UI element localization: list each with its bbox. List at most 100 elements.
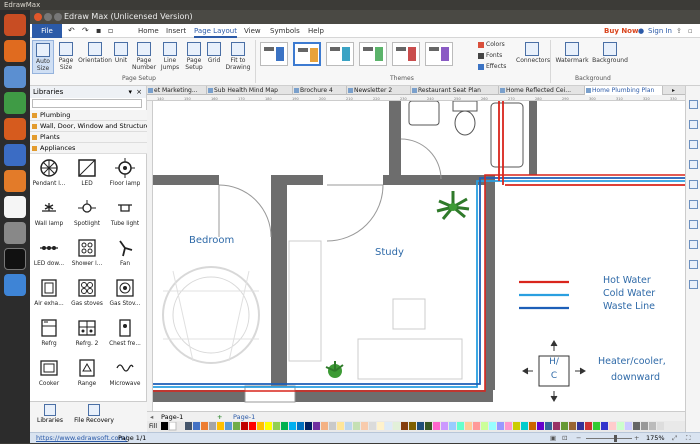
spreadsheet-icon[interactable] (4, 92, 26, 114)
library-item-gas-stove-2[interactable]: Gas Stov... (106, 276, 144, 316)
sign-in-link[interactable]: Sign In (648, 24, 672, 38)
hyperlink-icon[interactable] (689, 220, 698, 229)
library-item-microwave[interactable]: Microwave (106, 356, 144, 396)
share-icon[interactable]: ⇪ (676, 24, 682, 38)
drawing-canvas[interactable]: Bedroom Study Hot Water Cold Water Waste… (153, 101, 685, 411)
color-swatches[interactable] (161, 422, 681, 431)
theme-3[interactable] (326, 42, 354, 66)
library-category[interactable]: Plumbing (30, 110, 147, 121)
file-menu[interactable]: File (32, 24, 62, 38)
zoom-in-icon[interactable]: + (634, 433, 639, 444)
doc-tab[interactable]: Home Reflected Cei... (499, 86, 585, 95)
library-item-floor-lamp[interactable]: Floor lamp (106, 156, 144, 196)
library-item-air-exhaust[interactable]: Air exha... (30, 276, 68, 316)
maximize-window-icon[interactable] (54, 13, 62, 21)
grid-button[interactable]: Grid (206, 40, 222, 74)
software-center-icon[interactable] (4, 170, 26, 192)
view-icon[interactable]: ▣ (550, 433, 556, 444)
buy-now-link[interactable]: Buy Now (604, 24, 638, 38)
doc-tab[interactable]: et Marketing... (147, 86, 207, 95)
save-icon[interactable]: ▪ (96, 24, 101, 38)
doc-tab[interactable]: Brochure 4 (293, 86, 347, 95)
tab-help[interactable]: Help (308, 24, 324, 38)
tab-overflow-icon[interactable]: ▸ (669, 86, 683, 95)
library-item-tube-light[interactable]: Tube light (106, 196, 144, 236)
fullscreen-icon[interactable]: ⛶ (686, 433, 691, 444)
page-number-button[interactable]: Page Number (131, 40, 157, 74)
line-jumps-button[interactable]: Line Jumps (158, 40, 182, 74)
library-item-pendant-lamp[interactable]: Pendant l... (30, 156, 68, 196)
image-icon[interactable] (689, 140, 698, 149)
ubuntu-logo-icon[interactable] (4, 14, 26, 36)
tab-symbols[interactable]: Symbols (270, 24, 300, 38)
fit-to-drawing-button[interactable]: Fit to Drawing (223, 40, 253, 74)
library-item-gas-stoves[interactable]: Gas stoves (68, 276, 106, 316)
note-icon[interactable] (689, 240, 698, 249)
library-item-spotlight[interactable]: Spotlight (68, 196, 106, 236)
zoom-out-icon[interactable]: − (576, 433, 581, 444)
minimize-ribbon-icon[interactable]: ▫ (688, 24, 693, 38)
print-icon[interactable]: ▫ (108, 24, 113, 38)
theme-5[interactable] (392, 42, 420, 66)
connectors-button[interactable]: Connectors (516, 40, 550, 74)
library-category[interactable]: Appliances (30, 143, 147, 154)
website-link[interactable]: https://www.edrawsoft.com/ (36, 433, 127, 444)
library-item-led[interactable]: LED (68, 156, 106, 196)
tab-insert[interactable]: Insert (166, 24, 186, 38)
library-item-refrigerator-2[interactable]: Refrg. 2 (68, 316, 106, 356)
zoom-slider[interactable] (586, 438, 632, 439)
library-search-input[interactable] (32, 99, 142, 108)
edrawmax-icon[interactable] (4, 274, 26, 296)
file-recovery-tab[interactable]: File Recovery (72, 404, 116, 424)
tab-page-layout[interactable]: Page Layout (194, 24, 237, 38)
watermark-button[interactable]: Watermark (555, 40, 589, 74)
close-window-icon[interactable] (34, 13, 42, 21)
library-item-fan[interactable]: Fan (106, 236, 144, 276)
doc-tab[interactable]: Newsletter 2 (347, 86, 411, 95)
tab-view[interactable]: View (244, 24, 261, 38)
settings-icon[interactable] (4, 222, 26, 244)
library-item-cooker[interactable]: Cooker (30, 356, 68, 396)
format-icon[interactable] (689, 100, 698, 109)
orientation-button[interactable]: Orientation (78, 40, 112, 74)
presentation-icon[interactable] (4, 118, 26, 140)
minimize-window-icon[interactable] (44, 13, 52, 21)
theme-2[interactable] (293, 42, 321, 66)
zoom-slider-thumb[interactable] (614, 435, 617, 442)
library-item-range[interactable]: Range (68, 356, 106, 396)
doc-tab[interactable]: Restaurant Seat Plan (411, 86, 499, 95)
library-item-wall-lamp[interactable]: Wall lamp (30, 196, 68, 236)
library-category[interactable]: Plants (30, 132, 147, 143)
effects-button[interactable]: Effects (478, 62, 506, 72)
tab-home[interactable]: Home (138, 24, 159, 38)
layers-icon[interactable] (689, 180, 698, 189)
theme-4[interactable] (359, 42, 387, 66)
terminal-icon[interactable] (4, 248, 26, 270)
fit-window-icon[interactable]: ⤢ (672, 433, 677, 444)
colors-button[interactable]: Colors (478, 40, 505, 50)
library-category[interactable]: Wall, Door, Window and Structure (30, 121, 147, 132)
amazon-icon[interactable] (4, 196, 26, 218)
doc-tab[interactable]: Sub Health Mind Map (207, 86, 293, 95)
theme-6[interactable] (425, 42, 453, 66)
library-item-refrigerator[interactable]: Refrg (30, 316, 68, 356)
page-size-button[interactable]: Page Size (55, 40, 77, 74)
page-icon[interactable] (689, 200, 698, 209)
background-button[interactable]: Background (590, 40, 630, 74)
files-icon[interactable] (4, 66, 26, 88)
unit-button[interactable]: Unit (112, 40, 130, 74)
theme-1[interactable] (260, 42, 288, 66)
comment-icon[interactable] (689, 260, 698, 269)
fill-icon[interactable] (689, 120, 698, 129)
library-item-shower-light[interactable]: Shower l... (68, 236, 106, 276)
library-item-chest-freezer[interactable]: Chest fre... (106, 316, 144, 356)
writer-icon[interactable] (4, 144, 26, 166)
shape-data-icon[interactable] (689, 160, 698, 169)
redo-icon[interactable]: ↷ (82, 24, 89, 38)
libraries-tab[interactable]: Libraries (34, 404, 66, 424)
undo-icon[interactable]: ↶ (68, 24, 75, 38)
fonts-button[interactable]: Fonts (478, 51, 502, 61)
library-item-led-downlight[interactable]: LED dow... (30, 236, 68, 276)
close-panel-icon[interactable]: × (136, 86, 142, 98)
firefox-icon[interactable] (4, 40, 26, 62)
